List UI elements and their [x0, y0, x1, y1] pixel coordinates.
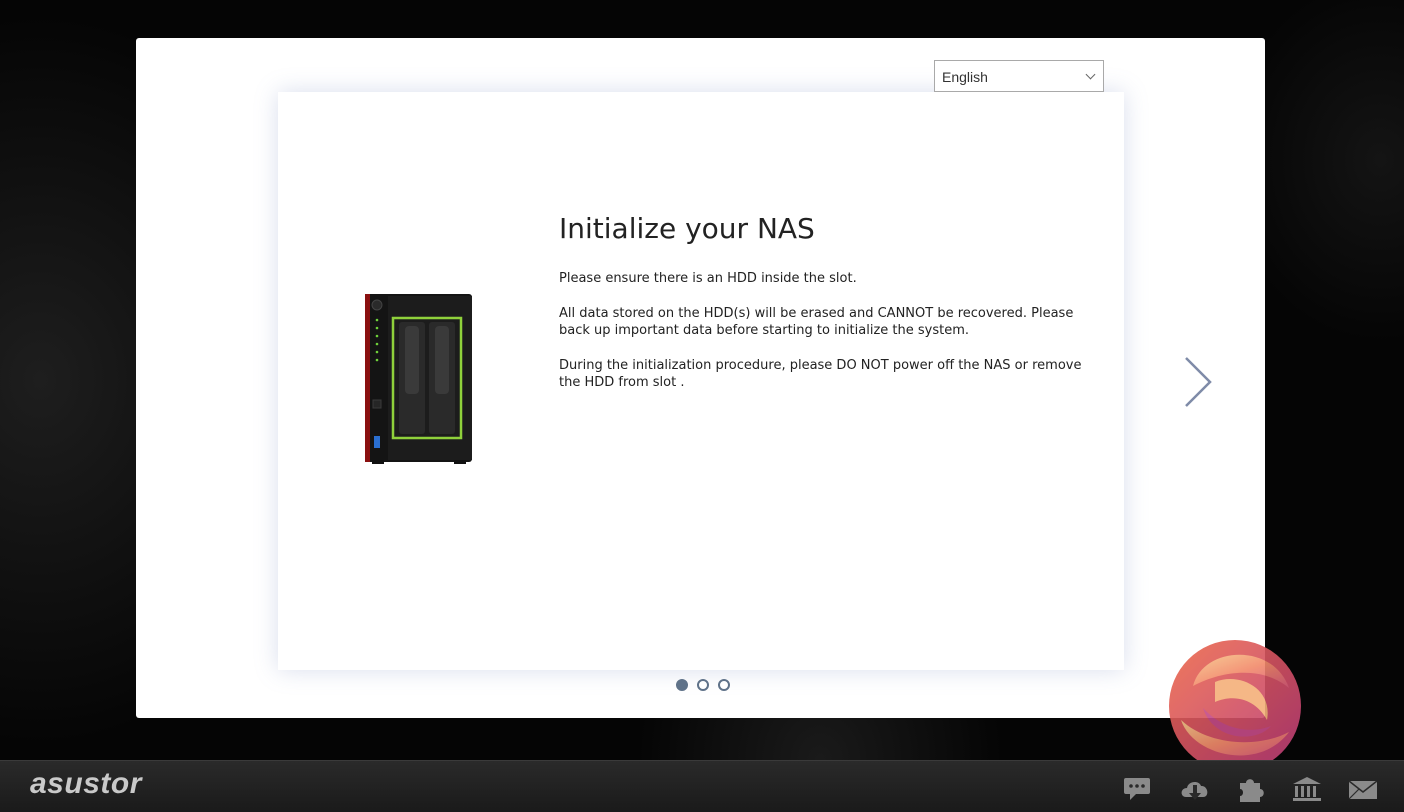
slide-paragraph-data-erase-warning: All data stored on the HDD(s) will be er…	[559, 306, 1074, 338]
setup-wizard-dialog: English Initialize your NAS Please ensur…	[136, 38, 1265, 718]
pagination-dot-1[interactable]	[676, 679, 688, 691]
slide-paragraph-hdd-check: Please ensure there is an HDD inside the…	[559, 271, 857, 286]
pagination-dot-3[interactable]	[718, 679, 730, 691]
site-watermark-logo	[1169, 640, 1301, 772]
bank-icon[interactable]	[1290, 775, 1324, 803]
language-select[interactable]: English	[934, 60, 1104, 92]
chat-icon[interactable]	[1122, 775, 1156, 803]
next-slide-arrow-icon[interactable]	[1182, 356, 1216, 408]
slide-pagination	[676, 679, 730, 691]
mail-icon[interactable]	[1346, 775, 1380, 803]
nas-device-image	[365, 294, 472, 464]
chevron-down-icon	[1085, 69, 1096, 80]
slide-title: Initialize your NAS	[559, 212, 815, 245]
slide-paragraph-power-warning: During the initialization procedure, ple…	[559, 358, 1082, 390]
taskbar: asustor	[0, 760, 1404, 812]
plugin-icon[interactable]	[1234, 775, 1268, 803]
pagination-dot-2[interactable]	[697, 679, 709, 691]
cloud-download-icon[interactable]	[1178, 775, 1212, 803]
asustor-logo: asustor	[30, 767, 142, 800]
language-select-value: English	[942, 69, 988, 85]
